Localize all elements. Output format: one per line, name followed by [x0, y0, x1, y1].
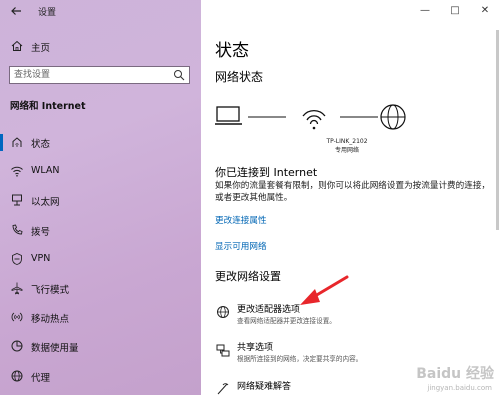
- sidebar: 设置 主页 网络和 Internet 状态: [0, 0, 201, 395]
- page-title: 状态: [215, 41, 249, 61]
- laptop-icon: [215, 106, 242, 125]
- sidebar-item-home[interactable]: 主页: [0, 36, 201, 56]
- sidebar-item-label: WLAN: [31, 165, 60, 177]
- app-title: 设置: [38, 8, 57, 18]
- watermark: Baidu 经验: [416, 366, 494, 382]
- sidebar-item-label: VPN: [31, 252, 51, 264]
- sidebar-item-status[interactable]: 状态: [0, 128, 201, 157]
- troubleshoot-icon: [217, 383, 229, 395]
- network-diagram: TP-LINK_2102 专用网络: [215, 100, 495, 160]
- sidebar-item-dialup[interactable]: 拨号: [0, 216, 201, 245]
- data-usage-icon: [11, 340, 23, 352]
- sidebar-item-vpn[interactable]: VPN: [0, 245, 201, 274]
- maximize-button[interactable]: □: [440, 0, 470, 22]
- change-connection-properties-link[interactable]: 更改连接属性: [215, 214, 267, 226]
- sidebar-item-airplane-mode[interactable]: 飞行模式: [0, 274, 201, 303]
- network-type: 专用网络: [334, 147, 359, 154]
- sidebar-item-data-usage[interactable]: 数据使用量: [0, 332, 201, 361]
- sidebar-item-label: 移动热点: [31, 314, 70, 326]
- sidebar-item-label: 数据使用量: [31, 343, 79, 355]
- content-pane: — □ ✕ 状态 网络状态 TP-LINK_2102 专用网络 你已连接到 In…: [201, 0, 500, 395]
- sidebar-item-mobile-hotspot[interactable]: 移动热点: [0, 303, 201, 332]
- search-box[interactable]: [9, 66, 190, 84]
- connected-description: 如果你的流量套餐有限制，则你可以将此网络设置为按流量计费的连接，或者更改其他属性…: [215, 181, 491, 203]
- option-title: 更改适配器选项: [237, 305, 301, 315]
- home-network-icon: [12, 137, 22, 147]
- option-title: 网络疑难解答: [237, 382, 292, 392]
- sidebar-item-label: 拨号: [31, 226, 51, 238]
- wifi-icon: [11, 167, 23, 177]
- vpn-icon: [12, 252, 22, 265]
- close-button[interactable]: ✕: [470, 0, 500, 22]
- search-input[interactable]: [14, 68, 164, 82]
- option-adapter[interactable]: 更改适配器选项 查看网络适配器并更改连接设置。: [215, 302, 495, 330]
- back-button[interactable]: [7, 2, 25, 20]
- wifi-router-icon: [302, 110, 326, 130]
- connected-title: 你已连接到 Internet: [215, 166, 318, 179]
- sidebar-item-label: 主页: [31, 43, 51, 54]
- network-status-heading: 网络状态: [215, 70, 264, 84]
- window-controls: — □ ✕: [410, 0, 500, 22]
- adapter-icon: [217, 306, 229, 318]
- sidebar-item-label: 代理: [31, 372, 51, 384]
- sidebar-item-proxy[interactable]: 代理: [0, 362, 201, 391]
- search-icon[interactable]: [173, 69, 185, 81]
- sidebar-nav: 状态 WLAN 以太网 拨号 VPN 飞行模式 移动热点 数据使用量 代理: [0, 128, 201, 391]
- sharing-icon: [216, 344, 230, 357]
- airplane-icon: [11, 282, 23, 295]
- sidebar-item-wlan[interactable]: WLAN: [0, 157, 201, 186]
- internet-globe-icon: [380, 104, 406, 130]
- sidebar-section-title: 网络和 Internet: [10, 101, 86, 112]
- dialup-icon: [12, 224, 23, 235]
- titlebar-left: 设置: [0, 0, 201, 22]
- show-available-networks-link[interactable]: 显示可用网络: [215, 240, 267, 252]
- scrollbar[interactable]: [496, 30, 499, 230]
- sidebar-item-label: 以太网: [31, 197, 60, 209]
- back-arrow-icon: [11, 7, 21, 15]
- ethernet-icon: [12, 194, 22, 206]
- watermark-url: jingyan.baidu.com: [427, 384, 492, 392]
- globe-icon: [11, 370, 23, 381]
- option-description: 根据所连接到的网络，决定要共享的内容。: [237, 355, 363, 363]
- change-settings-heading: 更改网络设置: [215, 270, 281, 283]
- sidebar-item-ethernet[interactable]: 以太网: [0, 186, 201, 215]
- hotspot-icon: [11, 312, 23, 322]
- option-description: 查看网络适配器并更改连接设置。: [237, 317, 336, 325]
- sidebar-item-label: 状态: [31, 139, 51, 150]
- home-icon: [11, 40, 23, 51]
- minimize-button[interactable]: —: [410, 0, 440, 22]
- option-title: 共享选项: [237, 343, 274, 353]
- sidebar-item-label: 飞行模式: [31, 284, 70, 296]
